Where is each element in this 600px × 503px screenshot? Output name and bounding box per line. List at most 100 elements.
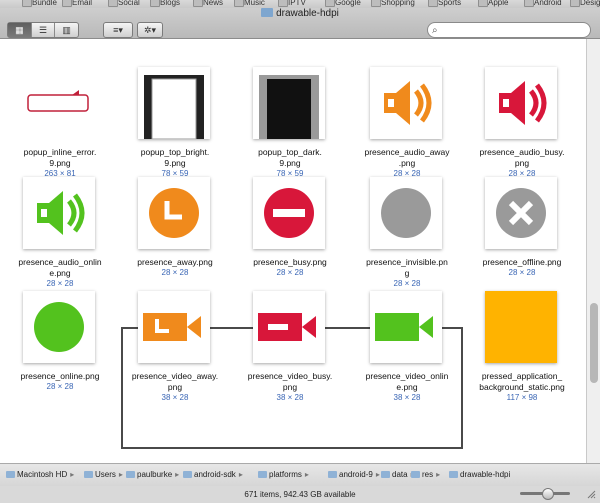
file-name: popup_top_dark. 9.png 78 × 59 bbox=[235, 147, 345, 179]
bookmark-blogs[interactable]: Blogs bbox=[150, 0, 180, 8]
folder-icon bbox=[183, 471, 192, 478]
status-bar: 671 items, 942.43 GB available bbox=[0, 486, 600, 503]
file-name: presence_video_onlin e.png 38 × 28 bbox=[352, 371, 462, 403]
bookmarks-bar: Bundle Email Social Blogs News Music IPTV Googl… bbox=[0, 0, 600, 8]
chevron-right-icon: ▸ bbox=[436, 470, 441, 479]
gear-icon[interactable]: ✲▾ bbox=[138, 23, 162, 37]
path-crumb-label: platforms bbox=[269, 470, 302, 479]
file-dimensions: 28 × 28 bbox=[393, 279, 421, 288]
scrollbar-thumb[interactable] bbox=[590, 303, 598, 383]
list-view-icon[interactable]: ☰ bbox=[32, 23, 56, 37]
folder-icon bbox=[258, 471, 267, 478]
audio-busy-icon[interactable] bbox=[485, 67, 557, 139]
file-name: pressed_application_ background_static.pn… bbox=[467, 371, 577, 403]
file-dimensions: 28 × 28 bbox=[46, 382, 74, 391]
file-dimensions: 38 × 28 bbox=[393, 393, 421, 402]
away-icon[interactable] bbox=[138, 177, 210, 249]
bookmark-iptv[interactable]: IPTV bbox=[278, 0, 306, 8]
view-mode-switcher[interactable]: ▦ ☰ ▥ bbox=[7, 22, 79, 38]
path-crumb-label: android-9 bbox=[339, 470, 373, 479]
file-name: presence_away.png 28 × 28 bbox=[120, 257, 230, 278]
bookmark-desig[interactable]: Desig bbox=[570, 0, 600, 8]
vertical-scrollbar[interactable] bbox=[586, 39, 600, 463]
bookmark-news[interactable]: News bbox=[193, 0, 223, 8]
folder-icon bbox=[411, 471, 420, 478]
path-crumb[interactable]: Users ▸ bbox=[84, 470, 123, 479]
video-busy-icon[interactable] bbox=[253, 291, 325, 363]
audio-away-icon[interactable] bbox=[370, 67, 442, 139]
arrange-button[interactable]: ≡▾ bbox=[103, 22, 133, 38]
file-dimensions: 28 × 28 bbox=[161, 268, 189, 277]
bookmark-google[interactable]: Google bbox=[325, 0, 361, 8]
window-title: drawable-hdpi bbox=[0, 8, 600, 20]
bookmark-apple[interactable]: Apple bbox=[478, 0, 508, 8]
bookmark-bundle[interactable]: Bundle bbox=[22, 0, 57, 8]
file-dimensions: 28 × 28 bbox=[46, 279, 74, 288]
file-dimensions: 28 × 28 bbox=[276, 268, 304, 277]
icon-size-slider[interactable] bbox=[520, 488, 570, 500]
path-crumb-label: paulburke bbox=[137, 470, 173, 479]
bookmark-email[interactable]: Email bbox=[62, 0, 92, 8]
path-crumb[interactable]: android-sdk ▸ bbox=[183, 470, 243, 479]
file-name: presence_video_busy. png 38 × 28 bbox=[235, 371, 345, 403]
file-name: presence_online.png 28 × 28 bbox=[5, 371, 115, 392]
status-text: 671 items, 942.43 GB available bbox=[244, 490, 356, 499]
pressed-bg-icon[interactable] bbox=[485, 291, 557, 363]
folder-icon bbox=[84, 471, 93, 478]
path-crumb[interactable]: res ▸ bbox=[411, 470, 440, 479]
home-icon bbox=[126, 471, 135, 478]
file-name: presence_audio_onlin e.png 28 × 28 bbox=[5, 257, 115, 289]
video-online-icon[interactable] bbox=[370, 291, 442, 363]
chevron-right-icon: ▸ bbox=[175, 470, 180, 479]
popup-inline-error-icon[interactable] bbox=[23, 67, 95, 139]
chevron-right-icon: ▸ bbox=[375, 470, 380, 479]
folder-icon bbox=[328, 471, 337, 478]
busy-icon[interactable] bbox=[253, 177, 325, 249]
file-name: presence_audio_busy. png 28 × 28 bbox=[467, 147, 577, 179]
bookmark-shopping[interactable]: Shopping bbox=[371, 0, 415, 8]
invisible-icon[interactable] bbox=[370, 177, 442, 249]
column-view-icon[interactable]: ▥ bbox=[55, 23, 78, 37]
bookmark-music[interactable]: Music bbox=[234, 0, 265, 8]
chevron-right-icon: ▸ bbox=[70, 470, 75, 479]
bookmark-social[interactable]: Social bbox=[108, 0, 140, 8]
bookmark-android[interactable]: Android bbox=[524, 0, 562, 8]
file-name: presence_offline.png 28 × 28 bbox=[467, 257, 577, 278]
path-crumb-label: Macintosh HD bbox=[17, 470, 68, 479]
icon-grid: popup_inline_error. 9.png 263 × 81 popup_to… bbox=[0, 39, 586, 463]
file-name: presence_audio_away .png 28 × 28 bbox=[352, 147, 462, 179]
path-crumb-label: drawable-hdpi bbox=[460, 470, 511, 479]
path-crumb[interactable]: platforms ▸ bbox=[258, 470, 309, 479]
path-crumb[interactable]: android-9 ▸ bbox=[328, 470, 380, 479]
file-dimensions: 28 × 28 bbox=[508, 268, 536, 277]
action-button[interactable]: ✲▾ bbox=[137, 22, 163, 38]
path-crumb-label: android-sdk bbox=[194, 470, 236, 479]
offline-icon[interactable] bbox=[485, 177, 557, 249]
file-dimensions: 38 × 28 bbox=[276, 393, 304, 402]
file-name: popup_inline_error. 9.png 263 × 81 bbox=[5, 147, 115, 179]
bookmark-sports[interactable]: Sports bbox=[428, 0, 461, 8]
resize-grip-icon[interactable] bbox=[586, 489, 596, 499]
path-crumb[interactable]: Macintosh HD ▸ bbox=[6, 470, 74, 479]
popup-top-dark-icon[interactable] bbox=[253, 67, 325, 139]
toolbar: drawable-hdpi ▦ ☰ ▥ ≡▾ ✲▾ ⌕ bbox=[0, 8, 600, 39]
search-field[interactable]: ⌕ bbox=[427, 22, 591, 38]
icon-view-icon[interactable]: ▦ bbox=[8, 23, 32, 37]
path-crumb[interactable]: drawable-hdpi bbox=[449, 470, 510, 479]
slider-knob[interactable] bbox=[542, 488, 554, 500]
popup-top-bright-icon[interactable] bbox=[138, 67, 210, 139]
file-dimensions: 117 × 98 bbox=[506, 393, 538, 402]
video-away-icon[interactable] bbox=[138, 291, 210, 363]
folder-icon bbox=[449, 471, 458, 478]
audio-online-icon[interactable] bbox=[23, 177, 95, 249]
folder-icon bbox=[261, 8, 274, 17]
online-icon[interactable] bbox=[23, 291, 95, 363]
path-bar: Macintosh HD ▸ Users ▸ paulburke ▸ android-sdk… bbox=[0, 463, 600, 486]
search-input[interactable] bbox=[444, 24, 578, 36]
path-crumb-label: Users bbox=[95, 470, 116, 479]
file-name: presence_video_away. png 38 × 28 bbox=[120, 371, 230, 403]
path-crumb[interactable]: paulburke ▸ bbox=[126, 470, 179, 479]
path-crumb[interactable]: data▸ bbox=[381, 470, 415, 479]
arrange-icon[interactable]: ≡▾ bbox=[104, 23, 132, 37]
chevron-right-icon: ▸ bbox=[118, 470, 123, 479]
